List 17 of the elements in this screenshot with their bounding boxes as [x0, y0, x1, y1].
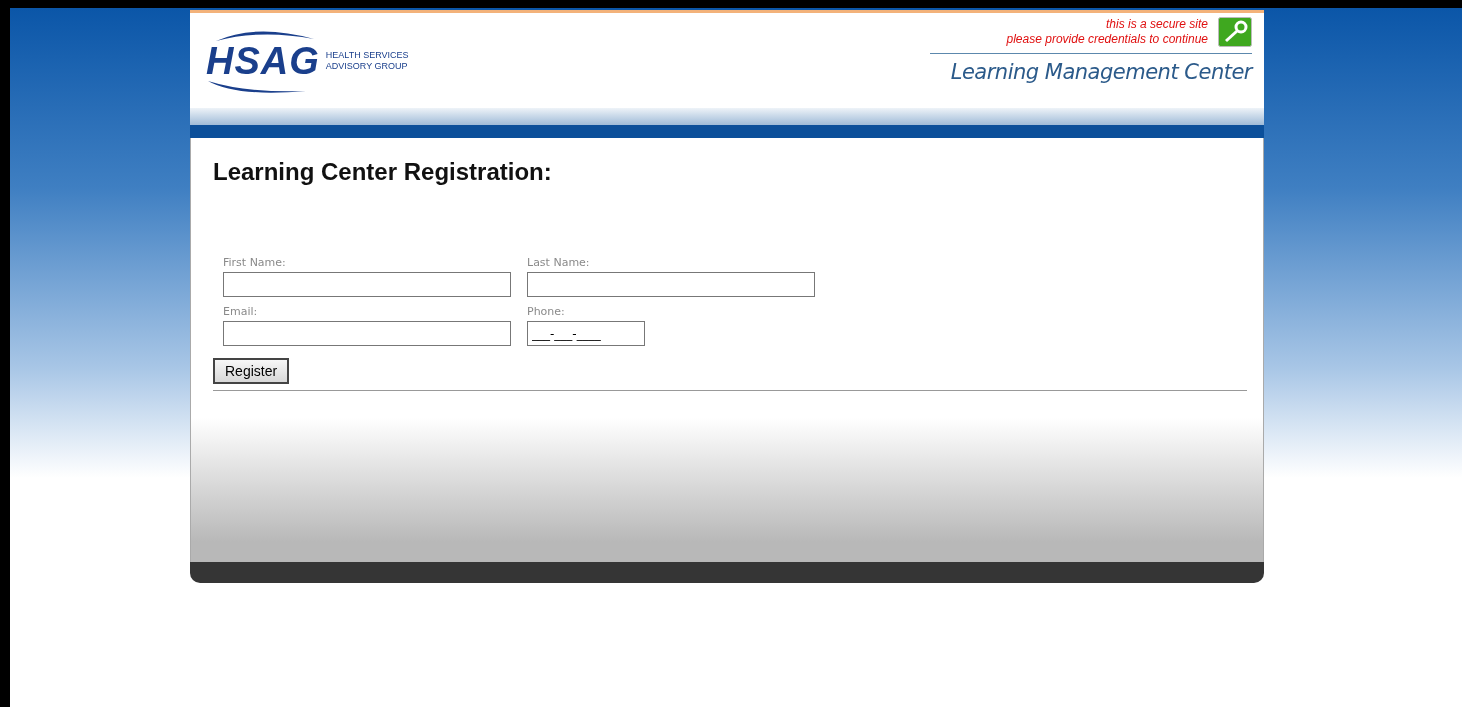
input-field[interactable]: ___-___-____	[527, 321, 645, 346]
register-button[interactable]: Register	[213, 358, 290, 384]
site-title: Learning Management Center	[950, 60, 1252, 84]
input-field[interactable]	[527, 272, 815, 297]
field-label: First Name:	[223, 256, 286, 269]
field-label: Phone:	[527, 305, 565, 318]
page-title: Learning Center Registration:	[213, 158, 553, 186]
field-label: Last Name:	[527, 256, 590, 269]
secure-notice: this is a secure site	[1105, 17, 1208, 32]
secure-notice: please provide credentials to continue	[1006, 32, 1208, 47]
key-icon	[1218, 17, 1252, 47]
logo-text: HSAG	[206, 40, 320, 81]
field-label: Email:	[223, 305, 258, 318]
input-field[interactable]	[223, 321, 511, 346]
logo-subtitle: HEALTH SERVICES	[325, 49, 409, 61]
input-field[interactable]	[223, 272, 511, 297]
logo-subtitle: ADVISORY GROUP	[325, 60, 409, 72]
